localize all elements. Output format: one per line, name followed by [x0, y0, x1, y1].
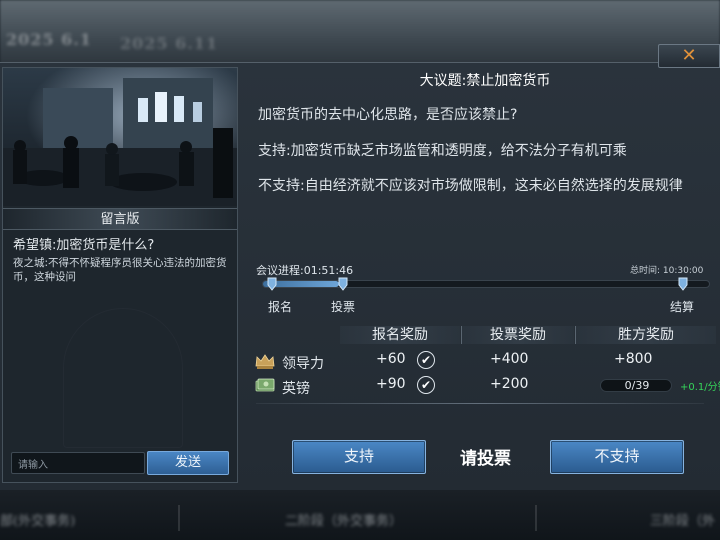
- stage-label-vote: 投票: [331, 300, 356, 314]
- win-reward-leadership: +800: [614, 351, 653, 367]
- header-signup-reward: 报名奖励: [340, 326, 460, 344]
- chat-input-wrapper: [11, 452, 145, 476]
- support-statement: 支持:加密货币缺乏市场监管和透明度，给不法分子有机可乘: [258, 143, 627, 159]
- crown-icon: [255, 354, 275, 369]
- reward-label-leadership: 领导力: [282, 356, 324, 372]
- background-date-left: 2025 6.1: [6, 30, 92, 49]
- total-time-label: 总时间: 10:30:00: [630, 266, 704, 276]
- vote-reward-leadership: +400: [490, 351, 529, 367]
- header-vote-reward: 投票奖励: [462, 326, 574, 344]
- background-date-right: 2025 6.11: [120, 34, 219, 53]
- topic-title: 大议题:禁止加密货币: [419, 73, 551, 89]
- progress-track: [262, 280, 710, 288]
- signup-reward-pound: +90: [376, 376, 406, 392]
- decorative-arch: [63, 308, 183, 448]
- vote-prompt: 请投票: [460, 449, 511, 469]
- tavern-scene-illustration: [3, 68, 237, 206]
- claimed-check-icon: ✔: [417, 351, 435, 369]
- vote-reward-pound: +200: [490, 376, 529, 392]
- stage-marker-icon: [338, 277, 348, 291]
- background-tab-divider: [535, 505, 537, 531]
- close-x-icon: ✕: [681, 45, 697, 66]
- support-button[interactable]: 支持: [292, 440, 426, 474]
- chat-input[interactable]: [12, 455, 144, 476]
- stage-label-settle: 结算: [670, 300, 695, 314]
- rewards-divider: [256, 403, 704, 404]
- money-icon: [255, 378, 275, 392]
- signup-reward-leadership: +60: [376, 351, 406, 367]
- claimed-check-icon: ✔: [417, 376, 435, 394]
- win-reward-rate: +0.1/分钟: [680, 382, 720, 393]
- stage-marker-icon: [678, 277, 688, 291]
- header-win-reward: 胜方奖励: [576, 326, 716, 344]
- message-body: 夜之城:不得不怀疑程序员很关心违法的加密货币，这种设问: [13, 257, 227, 283]
- stage-marker-icon: [267, 277, 277, 291]
- background-sky: [0, 0, 720, 70]
- oppose-button[interactable]: 不支持: [550, 440, 684, 474]
- background-tab-3: 三阶段（外: [650, 514, 716, 529]
- topic-question: 加密货币的去中心化思路，是否应该禁止?: [258, 107, 518, 123]
- oppose-statement: 不支持:自由经济就不应该对市场做限制，这未必自然选择的发展规律: [258, 178, 683, 194]
- meeting-progress-label: 会议进程:01:51:46: [256, 264, 354, 277]
- stage-label-signup: 报名: [268, 300, 293, 314]
- close-button[interactable]: ✕: [658, 44, 720, 68]
- message-title: 希望镇:加密货币是什么?: [13, 238, 155, 253]
- win-reward-progress-bar: 0/39: [600, 379, 672, 392]
- background-tab-divider: [178, 505, 180, 531]
- message-board-title: 留言版: [3, 208, 237, 230]
- send-button[interactable]: 发送: [147, 451, 229, 475]
- reward-label-pound: 英镑: [282, 381, 310, 397]
- background-tab-1: 部(外交事务): [0, 514, 76, 529]
- win-reward-pound: 0/39: [624, 379, 650, 392]
- message-board-panel: 留言版 希望镇:加密货币是什么? 夜之城:不得不怀疑程序员很关心违法的加密货币，…: [2, 67, 238, 483]
- background-tab-2: 二阶段（外交事务）: [285, 514, 403, 529]
